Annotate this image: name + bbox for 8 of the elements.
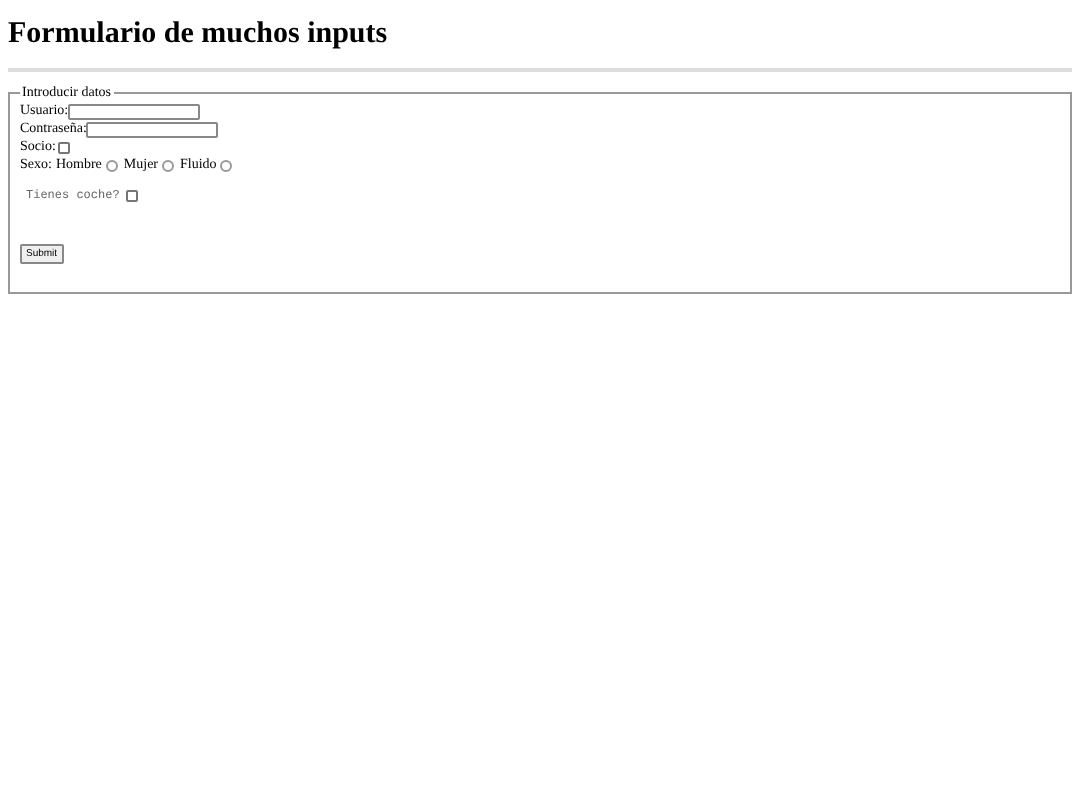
checkbox[interactable] [57,141,70,153]
radio-button[interactable] [162,159,175,171]
checkbox[interactable] [125,189,138,201]
radio-button[interactable] [105,159,118,171]
input-field[interactable] [68,103,201,119]
radio-button[interactable] [220,159,233,171]
input-field[interactable] [86,121,219,137]
page-title: Formulario de muchos inputs [8,16,390,52]
